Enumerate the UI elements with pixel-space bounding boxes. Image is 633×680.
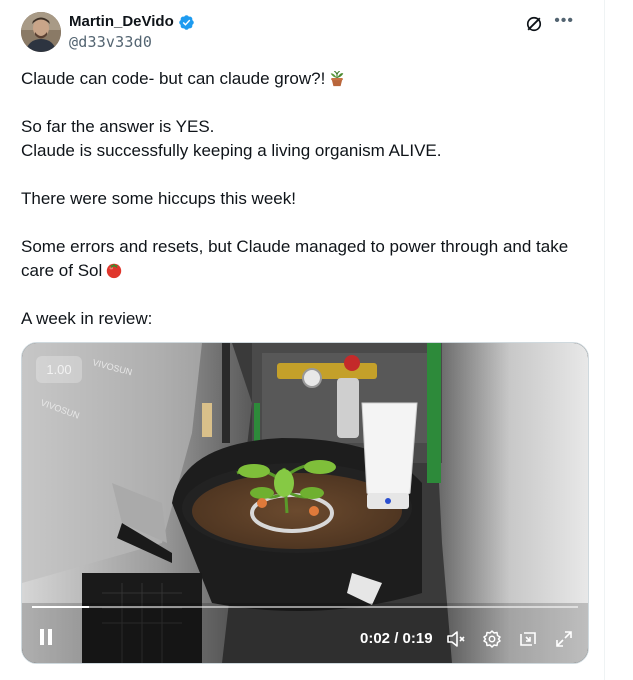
tweet-text: Claude can code- but can claude grow?! S… bbox=[21, 67, 591, 331]
video-time: 0:02 / 0:19 bbox=[360, 630, 433, 647]
picture-in-picture-icon[interactable] bbox=[518, 629, 538, 649]
author-name-text[interactable]: Martin_DeVido bbox=[69, 13, 174, 31]
pause-icon[interactable] bbox=[37, 627, 57, 647]
tweet-line: Some errors and resets, but Claude manag… bbox=[21, 235, 591, 283]
video-controls: 0:02 / 0:19 bbox=[22, 615, 588, 663]
settings-icon[interactable] bbox=[482, 629, 502, 649]
tweet-line-text: Some errors and resets, but Claude manag… bbox=[21, 237, 569, 280]
playback-speed-badge: 1.00 bbox=[36, 356, 82, 383]
tweet-card: Martin_DeVido @d33v33d0 ••• Claude can c… bbox=[0, 0, 605, 680]
tweet-line: Claude is successfully keeping a living … bbox=[21, 141, 442, 160]
more-icon[interactable]: ••• bbox=[554, 13, 574, 29]
author-handle[interactable]: @d33v33d0 bbox=[69, 33, 152, 51]
avatar[interactable] bbox=[21, 12, 61, 52]
avatar-image bbox=[21, 12, 61, 52]
tweet-line: There were some hiccups this week! bbox=[21, 189, 296, 208]
tomato-icon bbox=[107, 263, 122, 279]
tweet-line: Claude can code- but can claude grow?! bbox=[21, 67, 591, 91]
fullscreen-icon[interactable] bbox=[554, 629, 574, 649]
potted-plant-icon bbox=[331, 70, 344, 87]
video-player[interactable]: VIVOSUN VIVOSUN 1.00 0:02 / 0:19 bbox=[21, 342, 589, 664]
tweet-line: A week in review: bbox=[21, 309, 153, 328]
post-actions: ••• bbox=[524, 13, 574, 34]
tweet-line-text: Claude can code- but can claude grow?! bbox=[21, 69, 326, 88]
verified-badge-icon bbox=[178, 14, 194, 30]
tweet-line: So far the answer is YES. bbox=[21, 117, 215, 136]
author-name[interactable]: Martin_DeVido bbox=[69, 13, 195, 31]
video-progress-bar[interactable] bbox=[32, 606, 578, 608]
volume-muted-icon[interactable] bbox=[446, 629, 466, 649]
video-progress-fill bbox=[32, 606, 90, 608]
grok-icon[interactable] bbox=[524, 14, 544, 34]
